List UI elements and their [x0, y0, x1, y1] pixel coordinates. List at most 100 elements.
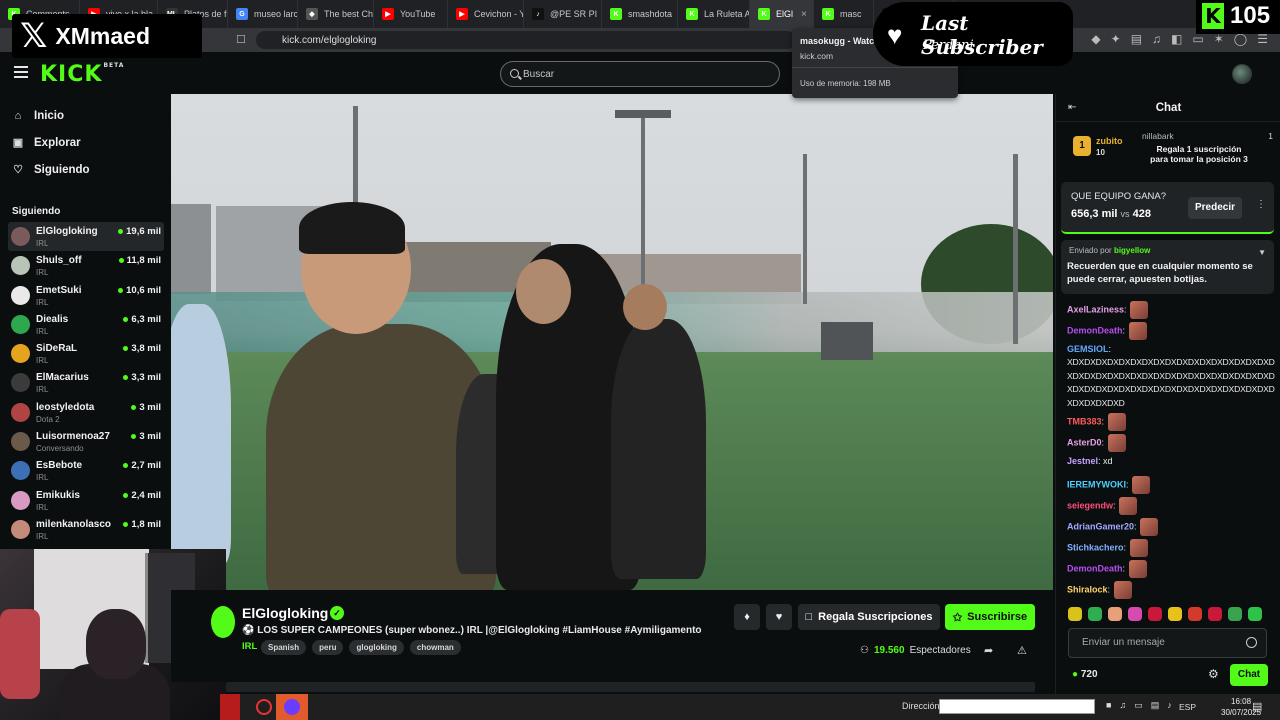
- chat-username[interactable]: Shiralock: [1067, 584, 1108, 594]
- send-chat-button[interactable]: Chat: [1230, 664, 1268, 686]
- language-indicator[interactable]: ESP: [1179, 702, 1196, 712]
- predict-button[interactable]: Predecir: [1188, 197, 1242, 219]
- browser-tab[interactable]: Kmasc: [814, 0, 874, 28]
- chat-username[interactable]: AsterD0: [1067, 437, 1102, 447]
- battery-icon[interactable]: ▭: [1134, 700, 1143, 711]
- tag-chip[interactable]: chowman: [409, 640, 461, 655]
- followed-channel[interactable]: Luisormenoa27 Conversando 3 mil: [8, 427, 164, 456]
- chat-username[interactable]: DemonDeath: [1067, 325, 1123, 335]
- channel-avatar[interactable]: [211, 606, 235, 638]
- leader-name[interactable]: zubito: [1096, 136, 1123, 146]
- bookmark-icon[interactable]: ☐: [236, 33, 248, 47]
- taskbar-app-icon[interactable]: [220, 694, 240, 720]
- shield-icon[interactable]: ◯: [1234, 32, 1247, 46]
- sidebar-nav-inicio[interactable]: ⌂ Inicio: [12, 106, 64, 126]
- followed-channel[interactable]: leostyledota Dota 2 3 mil: [8, 398, 164, 427]
- extension-icon[interactable]: ✦: [1111, 32, 1121, 46]
- category-link[interactable]: IRL: [242, 641, 257, 652]
- chat-username[interactable]: TMB383: [1067, 416, 1102, 426]
- pinned-by-user[interactable]: bigyellow: [1114, 246, 1150, 255]
- browser-tab[interactable]: Gmuseo larco: [228, 0, 298, 28]
- browser-tab[interactable]: ▶ YouTube: [374, 0, 448, 28]
- close-tab-icon[interactable]: ×: [801, 9, 807, 20]
- gift-cta[interactable]: Regala 1 suscripción para tomar la posic…: [1149, 144, 1249, 164]
- hamburger-menu-icon[interactable]: [14, 66, 28, 78]
- followed-channel[interactable]: SiDeRaL IRL 3,8 mil: [8, 339, 164, 368]
- emote-icon[interactable]: [1088, 607, 1102, 621]
- channel-points[interactable]: ● 720: [1072, 669, 1098, 680]
- followed-channel[interactable]: Diealis IRL 6,3 mil: [8, 310, 164, 339]
- person: [171, 304, 231, 564]
- nvidia-icon[interactable]: ■: [1106, 700, 1111, 711]
- chat-username[interactable]: IEREMYWOKI: [1067, 479, 1126, 489]
- microphone-icon[interactable]: ♫: [1119, 700, 1126, 711]
- user-avatar[interactable]: [1232, 64, 1252, 84]
- chat-username[interactable]: DemonDeath: [1067, 563, 1123, 573]
- pin-icon[interactable]: ▼: [1258, 248, 1266, 257]
- chat-message-input[interactable]: Enviar un mensaje: [1068, 628, 1267, 658]
- search-input[interactable]: Buscar: [500, 61, 780, 87]
- emoji-icon[interactable]: [1246, 637, 1257, 648]
- emote-icon[interactable]: [1148, 607, 1162, 621]
- browser-tab[interactable]: ◆ The best Ch: [298, 0, 374, 28]
- sidepanel-icon[interactable]: ◧: [1171, 32, 1182, 46]
- wallet-icon[interactable]: ▭: [1192, 32, 1203, 46]
- chat-username[interactable]: Jestnel: [1067, 456, 1098, 466]
- address-toolbar-input[interactable]: [939, 699, 1095, 714]
- share-icon[interactable]: ➦: [984, 644, 993, 657]
- emote-icon[interactable]: [1068, 607, 1082, 621]
- address-bar[interactable]: kick.com/elglogloking: [256, 31, 796, 49]
- emote-icon[interactable]: [1208, 607, 1222, 621]
- extension-icon[interactable]: ▤: [1131, 32, 1142, 46]
- browser-tab[interactable]: Ksmashdota: [602, 0, 678, 28]
- browser-tab[interactable]: K ElGl ×: [750, 0, 814, 28]
- follow-button[interactable]: ♥: [766, 604, 792, 630]
- emote-icon[interactable]: [1168, 607, 1182, 621]
- chat-username[interactable]: AdrianGamer20: [1067, 521, 1134, 531]
- followed-channel[interactable]: Shuls_off IRL 11,8 mil: [8, 251, 164, 280]
- followed-channel[interactable]: ElMacarius IRL 3,3 mil: [8, 368, 164, 397]
- browser-tab[interactable]: ▶ Cevichon - Y: [448, 0, 524, 28]
- followed-channel[interactable]: EmetSuki IRL 10,6 mil: [8, 281, 164, 310]
- sidebar-nav-explorar[interactable]: ▣ Explorar: [12, 133, 81, 153]
- followed-channel[interactable]: milenkanolasco IRL 1,8 mil: [8, 515, 164, 544]
- chat-username[interactable]: GEMSIOL: [1067, 344, 1109, 354]
- video-player[interactable]: [171, 94, 1053, 590]
- emote-icon[interactable]: [1188, 607, 1202, 621]
- emote-icon[interactable]: [1248, 607, 1262, 621]
- menu-icon[interactable]: ☰: [1257, 32, 1268, 46]
- extension-icon[interactable]: ✶: [1214, 32, 1224, 46]
- followed-channel[interactable]: EsBebote IRL 2,7 mil: [8, 456, 164, 485]
- avatar: [11, 490, 30, 510]
- report-icon[interactable]: ⚠: [1017, 644, 1027, 657]
- kick-logo[interactable]: KICKBETA: [40, 62, 124, 87]
- gear-icon[interactable]: ⚙: [1208, 667, 1219, 681]
- more-options-icon[interactable]: ⋮: [1256, 199, 1266, 210]
- tag-chip[interactable]: peru: [312, 640, 344, 655]
- browser-tab[interactable]: ♪ @PE SR PI: [524, 0, 602, 28]
- emote-icon[interactable]: [1108, 607, 1122, 621]
- gifter-name[interactable]: nillabark: [1142, 131, 1174, 141]
- tag-chip[interactable]: Spanish: [261, 640, 307, 655]
- taskbar-app-icon[interactable]: [276, 694, 308, 720]
- subscribe-button[interactable]: ✩ Suscribirse: [945, 604, 1035, 630]
- chat-username[interactable]: Stichkachero: [1067, 542, 1124, 552]
- emote-icon[interactable]: [1228, 607, 1242, 621]
- tag-chip[interactable]: glogloking: [349, 640, 404, 655]
- notification-bell-button[interactable]: ♦: [734, 604, 760, 630]
- extension-icon[interactable]: ◆: [1091, 32, 1100, 46]
- chat-username[interactable]: AxelLaziness: [1067, 304, 1124, 314]
- network-icon[interactable]: ▤: [1151, 700, 1160, 711]
- chat-username[interactable]: seiegendw: [1067, 500, 1113, 510]
- emote-icon[interactable]: [1128, 607, 1142, 621]
- browser-tab[interactable]: K La Ruleta Al: [678, 0, 750, 28]
- horizontal-scrollbar[interactable]: [226, 682, 1035, 692]
- sidebar-nav-siguiendo[interactable]: ♡ Siguiendo: [12, 160, 90, 180]
- followed-channel[interactable]: ElGlogloking IRL 19,6 mil: [8, 222, 164, 252]
- followed-channel[interactable]: Emikukis IRL 2,4 mil: [8, 486, 164, 515]
- volume-icon[interactable]: ♪: [1167, 700, 1172, 711]
- notification-icon[interactable]: ▤: [1252, 700, 1262, 713]
- channel-name[interactable]: ElGlogloking: [242, 605, 328, 621]
- gift-subs-button[interactable]: □ Regala Suscripciones: [798, 604, 940, 630]
- music-icon[interactable]: ♫: [1152, 32, 1161, 46]
